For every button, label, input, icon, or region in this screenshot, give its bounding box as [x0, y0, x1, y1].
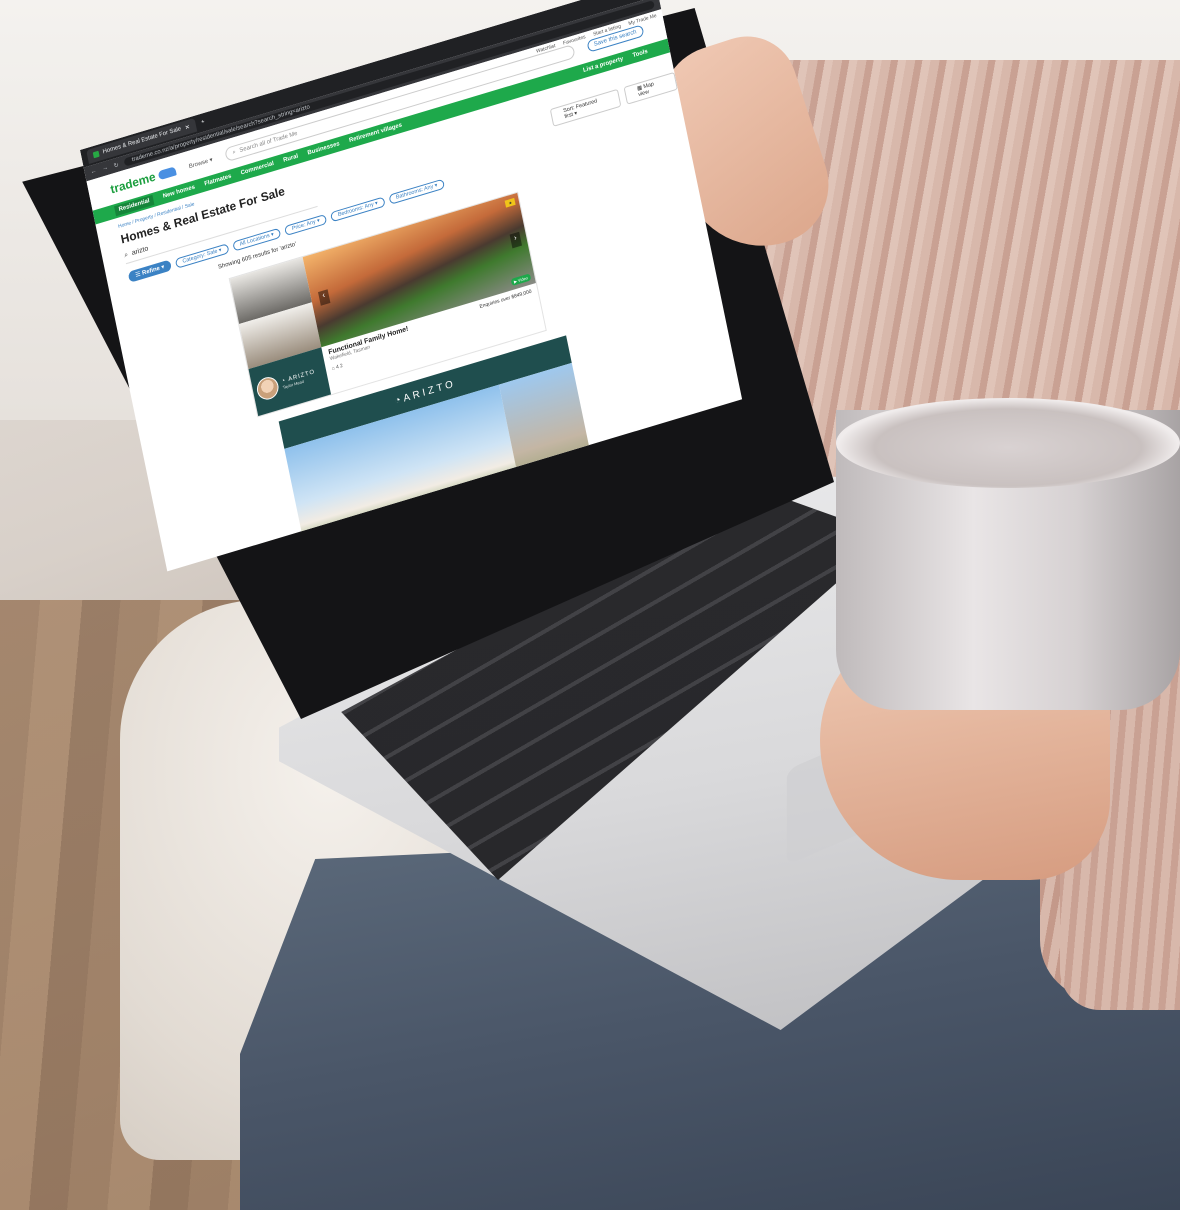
- favicon-icon: [92, 150, 100, 159]
- new-tab-icon[interactable]: +: [201, 119, 206, 126]
- search-placeholder: Search all of Trade Me: [239, 130, 299, 155]
- forward-icon[interactable]: →: [102, 165, 109, 173]
- video-badge: ▶ Video: [510, 273, 532, 287]
- back-icon[interactable]: ←: [90, 168, 97, 176]
- query-value: arizto: [131, 245, 150, 258]
- close-icon[interactable]: ✕: [184, 123, 190, 131]
- filter-price[interactable]: Price: Any ▾: [284, 213, 328, 236]
- chevron-right-icon[interactable]: ›: [509, 231, 523, 249]
- tools-menu[interactable]: Tools: [632, 49, 648, 59]
- refine-button[interactable]: ☰ Refine ▾: [127, 259, 173, 283]
- search-icon: ⌕: [123, 251, 129, 260]
- reload-icon[interactable]: ↻: [113, 161, 119, 169]
- mug-rim: [836, 398, 1180, 488]
- browse-menu[interactable]: Browse ▾: [188, 156, 213, 170]
- search-icon: ⌕: [231, 148, 237, 156]
- kiwi-logo-icon: [157, 165, 177, 180]
- avatar: [254, 374, 281, 403]
- badge-icon: ★: [505, 197, 516, 208]
- nav-item-rural[interactable]: Rural: [283, 154, 299, 164]
